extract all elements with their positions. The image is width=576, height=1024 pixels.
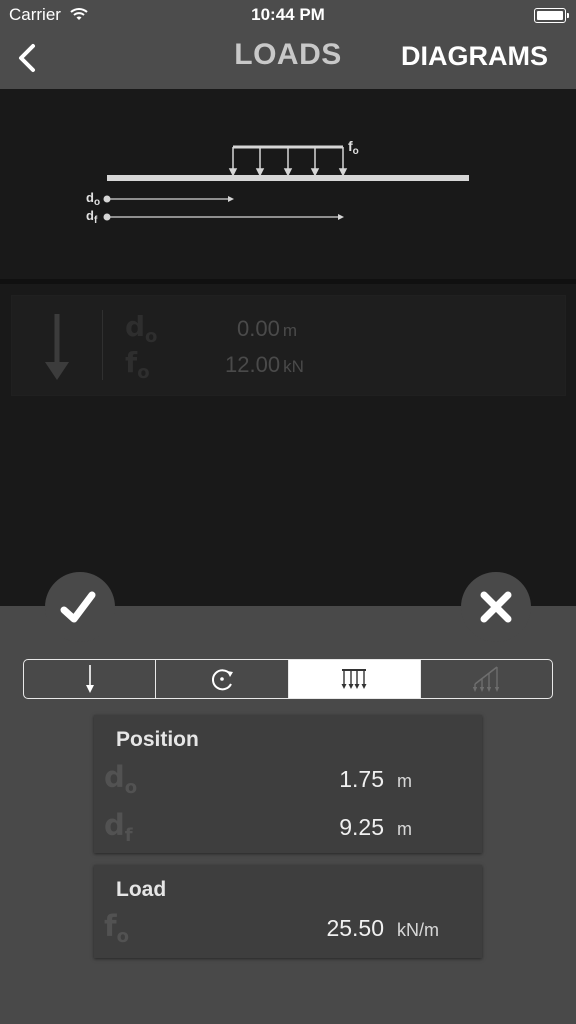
segment-triangular-load[interactable] bbox=[421, 660, 552, 698]
beam-diagram: fo do df bbox=[0, 89, 576, 279]
d0-label: do bbox=[86, 190, 101, 208]
segment-point-load[interactable] bbox=[24, 660, 157, 698]
status-time: 10:44 PM bbox=[251, 5, 325, 24]
cancel-button[interactable] bbox=[461, 572, 531, 642]
load-list-item[interactable]: do fo 0.00 m 12.00 kN bbox=[11, 295, 566, 396]
point-load-icon bbox=[85, 665, 94, 693]
d0-value-field[interactable]: 1.75 bbox=[339, 766, 384, 793]
position-title: Position bbox=[116, 728, 199, 751]
item-separator bbox=[102, 310, 103, 380]
close-icon bbox=[480, 591, 512, 623]
position-card: Position do 1.75 m df 9.25 m bbox=[94, 715, 482, 853]
f0-value-field[interactable]: 25.50 bbox=[326, 915, 384, 942]
segment-moment-load[interactable] bbox=[156, 660, 289, 698]
d0-dimension-arrow bbox=[103, 195, 234, 203]
diagrams-button[interactable]: DIAGRAMS bbox=[401, 41, 548, 72]
df-label: df bbox=[86, 208, 98, 226]
load-label: fo bbox=[348, 138, 359, 157]
f0-symbol: fo bbox=[125, 346, 150, 383]
status-bar: Carrier 10:44 PM bbox=[0, 0, 576, 30]
load-title: Load bbox=[116, 878, 167, 901]
load-card: Load fo 25.50 kN/m bbox=[94, 865, 482, 958]
segment-distributed-load[interactable] bbox=[288, 660, 421, 698]
checkmark-icon bbox=[60, 591, 96, 623]
f0-unit: kN/m bbox=[397, 920, 439, 940]
navigation-bar: LOADS DIAGRAMS bbox=[0, 30, 576, 89]
df-value-field[interactable]: 9.25 bbox=[339, 814, 384, 841]
d0-symbol: do bbox=[125, 310, 158, 347]
df-unit: m bbox=[397, 819, 412, 839]
f0-symbol: fo bbox=[104, 909, 129, 947]
df-dimension-arrow bbox=[103, 213, 344, 221]
df-symbol: df bbox=[104, 808, 133, 846]
beam-diagram-canvas bbox=[103, 145, 469, 221]
battery-icon bbox=[534, 8, 569, 23]
distributed-load-arrows bbox=[228, 145, 348, 177]
moment-load-icon bbox=[211, 669, 233, 691]
distributed-load-icon bbox=[341, 669, 367, 689]
position-value: 0.00 m bbox=[237, 316, 297, 341]
d0-unit: m bbox=[397, 771, 412, 791]
triangular-load-icon bbox=[473, 666, 500, 692]
force-value: 12.00 kN bbox=[225, 352, 304, 377]
arrow-down-icon bbox=[45, 314, 69, 380]
confirm-button[interactable] bbox=[45, 572, 115, 642]
load-type-segmented-control bbox=[23, 659, 553, 699]
d0-symbol: do bbox=[104, 760, 138, 798]
section-divider bbox=[0, 279, 576, 284]
